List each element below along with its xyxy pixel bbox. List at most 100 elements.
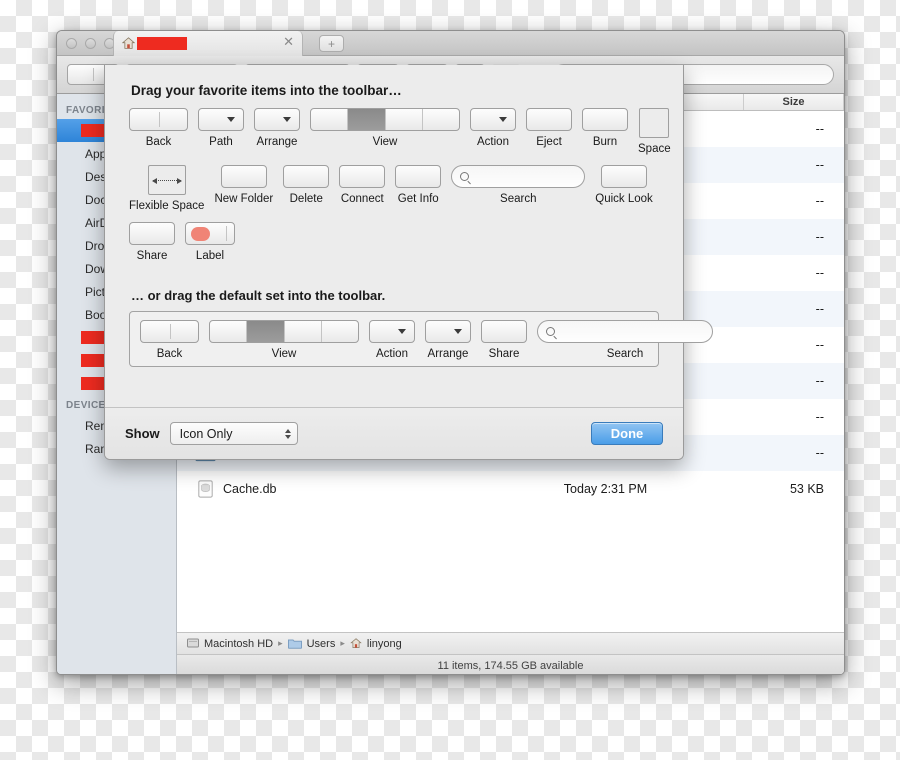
default-item-action[interactable]: Action xyxy=(369,320,415,360)
view-switch-control[interactable] xyxy=(209,320,359,343)
double-arrow-icon xyxy=(151,177,182,184)
new-folder-control[interactable] xyxy=(220,165,267,188)
file-size-cell: -- xyxy=(815,230,824,244)
palette-item-back[interactable]: Back xyxy=(129,108,188,148)
palette-item-share[interactable]: Share xyxy=(129,222,175,262)
traffic-lights xyxy=(57,37,115,49)
default-item-arrange[interactable]: Arrange xyxy=(425,320,471,360)
back-forward-control[interactable] xyxy=(129,108,188,131)
back-forward-control[interactable] xyxy=(140,320,199,343)
palette-item-action[interactable]: Action xyxy=(470,108,516,148)
view-icon-mode[interactable] xyxy=(311,109,349,130)
palette-item-path[interactable]: Path xyxy=(198,108,244,148)
palette-row-2: Flexible Space New Folder Delete Connect… xyxy=(129,165,659,212)
view-column-mode[interactable] xyxy=(386,109,423,130)
show-display-mode-select[interactable]: Icon Only xyxy=(169,422,298,445)
view-switch-control[interactable] xyxy=(310,108,460,131)
folder-icon xyxy=(287,639,302,649)
share-control[interactable] xyxy=(481,320,527,343)
done-button[interactable]: Done xyxy=(591,422,663,445)
table-row[interactable]: Cache.db Today 2:31 PM 53 KB xyxy=(177,471,844,507)
default-item-back[interactable]: Back xyxy=(140,320,199,360)
file-name-cell: Cache.db xyxy=(177,480,467,498)
arrange-popup-control[interactable] xyxy=(254,108,300,131)
close-tab-icon[interactable]: ✕ xyxy=(283,35,294,48)
palette-item-label: Back xyxy=(145,136,172,148)
palette-item-label: Quick Look xyxy=(595,193,653,205)
palette-item-label: Burn xyxy=(592,136,618,148)
new-tab-button[interactable]: + xyxy=(319,35,344,52)
finder-tab[interactable]: ✕ xyxy=(113,31,303,56)
view-coverflow-mode[interactable] xyxy=(322,321,358,342)
label-divider xyxy=(226,226,227,241)
palette-item-delete[interactable]: Delete xyxy=(283,165,330,205)
view-coverflow-mode[interactable] xyxy=(423,109,459,130)
default-item-label: Action xyxy=(376,348,408,360)
palette-item-label: Space xyxy=(638,143,671,155)
connect-control[interactable] xyxy=(339,165,386,188)
customize-toolbar-sheet: Drag your favorite items into the toolba… xyxy=(104,65,713,460)
default-item-view[interactable]: View xyxy=(209,320,359,360)
palette-item-flexible-space[interactable]: Flexible Space xyxy=(129,165,204,212)
search-control[interactable] xyxy=(451,165,586,188)
palette-item-label: Share xyxy=(136,250,168,262)
palette-row-1: Back Path Arrange View Action Eject Burn… xyxy=(129,108,671,155)
palette-item-label: Connect xyxy=(340,193,384,205)
palette-item-new-folder[interactable]: New Folder xyxy=(214,165,273,205)
file-name-label: Cache.db xyxy=(223,482,277,496)
label-control[interactable] xyxy=(185,222,235,245)
quick-look-control[interactable] xyxy=(601,165,648,188)
eject-control[interactable] xyxy=(526,108,572,131)
flexible-space-control[interactable] xyxy=(147,165,186,195)
default-item-label: Search xyxy=(606,348,644,360)
space-control[interactable] xyxy=(639,108,670,138)
file-size-cell: -- xyxy=(815,410,824,424)
view-list-mode[interactable] xyxy=(348,109,386,130)
palette-item-space[interactable]: Space xyxy=(638,108,671,155)
palette-item-connect[interactable]: Connect xyxy=(339,165,386,205)
breadcrumb-linyong[interactable]: linyong xyxy=(367,638,402,650)
burn-control[interactable] xyxy=(582,108,628,131)
file-size-cell: -- xyxy=(815,266,824,280)
default-item-search[interactable]: Search xyxy=(537,320,713,360)
get-info-control[interactable] xyxy=(395,165,442,188)
file-size-cell: -- xyxy=(815,122,824,136)
minimize-window-button[interactable] xyxy=(85,37,96,49)
tab-bar: ✕ + xyxy=(57,31,844,56)
arrange-popup-control[interactable] xyxy=(425,320,471,343)
breadcrumb-macintosh-hd[interactable]: Macintosh HD xyxy=(204,638,273,650)
default-toolbar-set[interactable]: Back View Action Arrange Share Search xyxy=(129,311,713,367)
palette-item-burn[interactable]: Burn xyxy=(582,108,628,148)
view-list-mode[interactable] xyxy=(247,321,285,342)
palette-item-search[interactable]: Search xyxy=(451,165,586,205)
palette-item-get-info[interactable]: Get Info xyxy=(395,165,442,205)
search-icon xyxy=(460,172,470,181)
label-color-icon xyxy=(191,226,210,241)
default-item-share[interactable]: Share xyxy=(481,320,527,360)
chevron-up-icon xyxy=(284,428,291,433)
palette-item-quick-look[interactable]: Quick Look xyxy=(595,165,653,205)
path-popup-control[interactable] xyxy=(198,108,244,131)
view-column-mode[interactable] xyxy=(285,321,322,342)
breadcrumb-users[interactable]: Users xyxy=(307,638,336,650)
delete-control[interactable] xyxy=(283,165,330,188)
share-control[interactable] xyxy=(129,222,175,245)
file-size-cell: -- xyxy=(815,158,824,172)
action-popup-control[interactable] xyxy=(470,108,516,131)
column-header-size[interactable]: Size xyxy=(744,94,844,110)
show-display-mode-value: Icon Only xyxy=(179,426,233,441)
default-item-label: Share xyxy=(488,348,520,360)
chevron-down-icon xyxy=(284,434,291,439)
sheet-title: Drag your favorite items into the toolba… xyxy=(131,83,402,98)
view-icon-mode[interactable] xyxy=(210,321,248,342)
palette-item-arrange[interactable]: Arrange xyxy=(254,108,300,148)
action-popup-control[interactable] xyxy=(369,320,415,343)
palette-item-label: View xyxy=(372,136,398,148)
palette-item-label[interactable]: Label xyxy=(185,222,235,262)
palette-item-view[interactable]: View xyxy=(310,108,460,148)
stepper-icon[interactable] xyxy=(284,428,291,439)
palette-item-eject[interactable]: Eject xyxy=(526,108,572,148)
chevron-down-icon xyxy=(283,117,291,122)
search-control[interactable] xyxy=(537,320,713,343)
close-window-button[interactable] xyxy=(66,37,77,49)
